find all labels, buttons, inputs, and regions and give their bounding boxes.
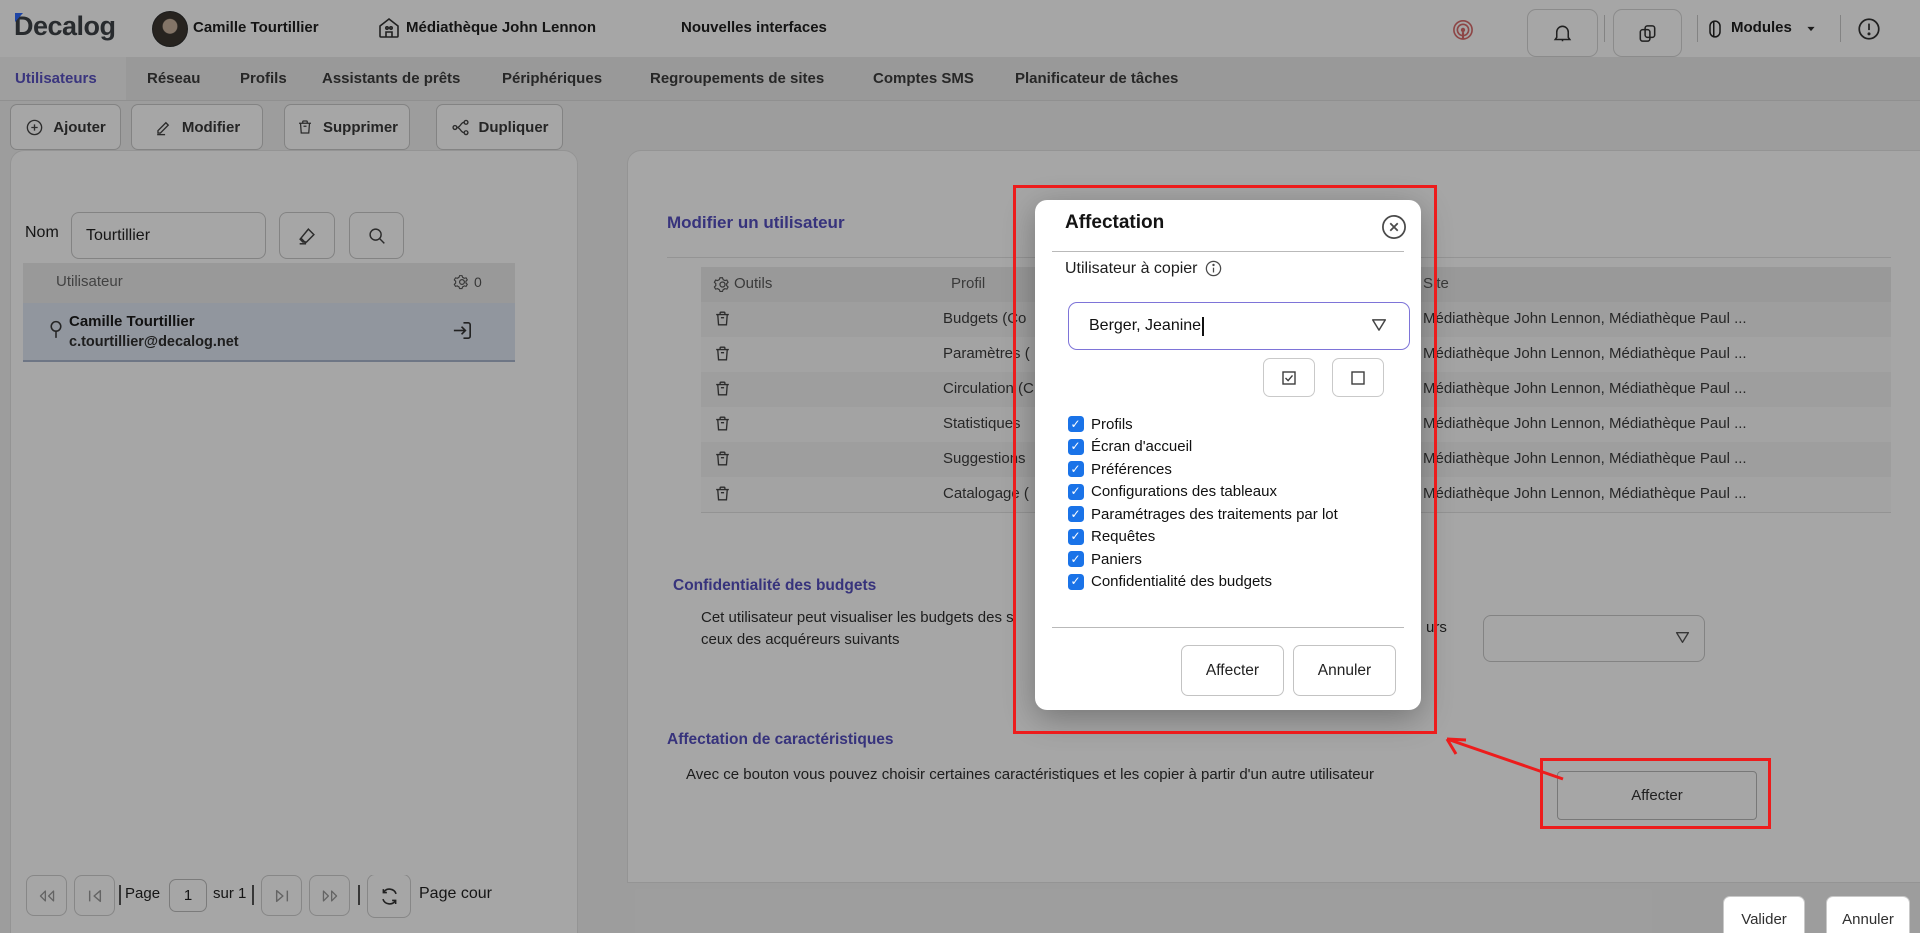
checkbox-item[interactable]: Paniers [1068, 551, 1338, 568]
checkbox-checked-icon [1068, 574, 1084, 590]
app-screen: Decalog Camille Tourtillier Médiathèque … [0, 0, 1920, 933]
modal-affecter-label: Affecter [1206, 662, 1259, 680]
copy-user-label: Utilisateur à copier [1065, 260, 1198, 278]
uncheck-all-button[interactable] [1332, 358, 1384, 397]
modal-title-divider [1052, 251, 1404, 252]
checkbox-checked-icon [1068, 461, 1084, 477]
modal-affecter-button[interactable]: Affecter [1181, 645, 1284, 696]
checkbox-item[interactable]: Profils [1068, 416, 1338, 433]
text-cursor [1202, 317, 1204, 336]
checkbox-checked-icon [1068, 484, 1084, 500]
checkbox-checked-icon [1068, 439, 1084, 455]
checkbox-label: Écran d'accueil [1091, 438, 1192, 455]
modal-title: Affectation [1065, 212, 1164, 234]
checkbox-label: Paramétrages des traitements par lot [1091, 506, 1338, 523]
annuler-footer-button[interactable]: Annuler [1826, 896, 1910, 933]
check-all-button[interactable] [1263, 358, 1315, 397]
info-icon[interactable] [1204, 259, 1223, 278]
valider-button[interactable]: Valider [1723, 896, 1805, 933]
checkbox-label: Profils [1091, 416, 1133, 433]
modal-dim-overlay [0, 0, 1920, 933]
checkbox-label: Confidentialité des budgets [1091, 573, 1272, 590]
modal-annuler-label: Annuler [1318, 662, 1371, 680]
empty-box-icon [1350, 370, 1366, 386]
close-icon[interactable] [1380, 213, 1408, 241]
annuler-footer-button-label: Annuler [1842, 911, 1894, 928]
checkbox-item[interactable]: Configurations des tableaux [1068, 484, 1338, 501]
affectation-modal: Affectation Utilisateur à copier Berger,… [1035, 200, 1421, 710]
checked-box-icon [1281, 370, 1297, 386]
checkbox-item[interactable]: Paramétrages des traitements par lot [1068, 506, 1338, 523]
checkbox-label: Préférences [1091, 461, 1172, 478]
checkbox-label: Paniers [1091, 551, 1142, 568]
checkbox-item[interactable]: Requêtes [1068, 529, 1338, 546]
checkbox-item[interactable]: Écran d'accueil [1068, 439, 1338, 456]
checkbox-checked-icon [1068, 529, 1084, 545]
checkbox-checked-icon [1068, 416, 1084, 432]
characteristics-checkbox-list: Profils Écran d'accueil Préférences Conf… [1068, 416, 1338, 596]
checkbox-item[interactable]: Confidentialité des budgets [1068, 574, 1338, 591]
checkbox-checked-icon [1068, 551, 1084, 567]
modal-annuler-button[interactable]: Annuler [1293, 645, 1396, 696]
checkbox-checked-icon [1068, 506, 1084, 522]
copy-user-value: Berger, Jeanine [1089, 317, 1201, 335]
modal-footer-divider [1052, 627, 1404, 628]
checkbox-label: Configurations des tableaux [1091, 483, 1277, 500]
valider-button-label: Valider [1741, 911, 1787, 928]
copy-user-combobox[interactable]: Berger, Jeanine [1068, 302, 1410, 350]
combobox-dropdown-icon[interactable] [1371, 318, 1387, 332]
checkbox-label: Requêtes [1091, 528, 1155, 545]
checkbox-item[interactable]: Préférences [1068, 461, 1338, 478]
